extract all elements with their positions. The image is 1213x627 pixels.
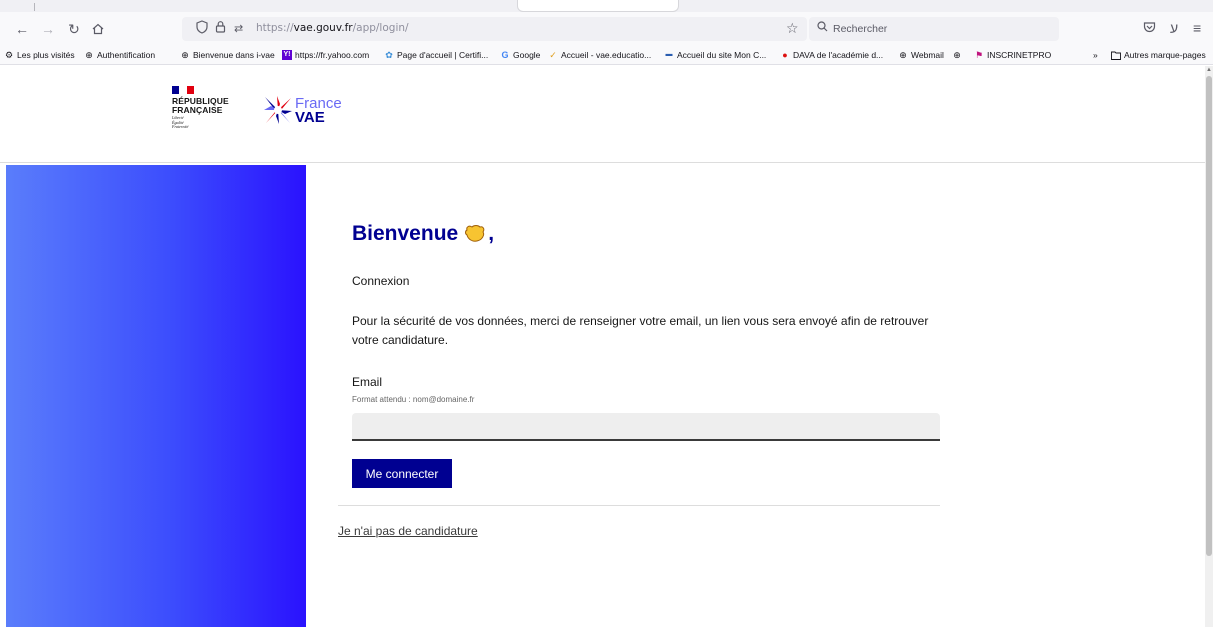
back-arrow-icon[interactable]: ← bbox=[12, 19, 32, 39]
bookmark-item[interactable]: ⊕ bbox=[952, 50, 965, 60]
bookmark-item[interactable]: ⊕ Bienvenue dans i-vae bbox=[180, 50, 275, 60]
flag-icon bbox=[172, 86, 194, 94]
waving-hand-icon bbox=[464, 225, 486, 243]
globe-icon: ⊕ bbox=[953, 50, 961, 60]
yahoo-icon: Y! bbox=[282, 50, 292, 60]
scrollbar-thumb[interactable] bbox=[1206, 76, 1212, 556]
search-bar[interactable]: Rechercher bbox=[809, 17, 1059, 41]
france-vae-star-icon bbox=[264, 96, 292, 124]
bookmark-item[interactable]: G Google bbox=[500, 50, 540, 60]
bookmark-item[interactable]: ✿ Page d'accueil | Certifi... bbox=[384, 50, 488, 60]
bookmark-item[interactable]: ⚑ INSCRINETPRO bbox=[974, 50, 1051, 60]
puzzle-icon: ✿ bbox=[385, 50, 393, 60]
permissions-icon[interactable]: ⇄ bbox=[234, 22, 243, 35]
other-bookmarks-folder[interactable]: Autres marque-pages bbox=[1111, 50, 1206, 60]
address-bar[interactable]: ⇄ https://vae.gouv.fr/app/login/ bbox=[182, 17, 807, 41]
pocket-icon[interactable] bbox=[1143, 20, 1156, 36]
bookmark-item[interactable]: ▬ Accueil du site Mon C... bbox=[664, 50, 767, 60]
forward-arrow-icon[interactable]: → bbox=[38, 19, 58, 39]
site-icon: ▬ bbox=[665, 51, 673, 58]
globe-icon: ⊕ bbox=[181, 50, 189, 60]
no-candidature-link[interactable]: Je n'ai pas de candidature bbox=[338, 524, 478, 538]
check-icon: ✓ bbox=[549, 50, 557, 60]
divider bbox=[338, 505, 940, 506]
republique-line-2: FRANÇAISE bbox=[172, 104, 223, 115]
dava-icon: ● bbox=[782, 50, 788, 60]
motto-fraternite: Fraternité bbox=[172, 124, 189, 129]
extensions-icon[interactable]: ע bbox=[1170, 20, 1178, 36]
intro-text: Pour la sécurité de vos données, merci d… bbox=[352, 314, 929, 347]
email-input[interactable] bbox=[352, 413, 940, 441]
globe-icon: ⊕ bbox=[85, 50, 93, 60]
bookmark-item[interactable]: ⊕ Webmail bbox=[898, 50, 944, 60]
login-button[interactable]: Me connecter bbox=[352, 459, 452, 488]
gear-icon: ⚙ bbox=[4, 50, 14, 60]
section-subtitle: Connexion bbox=[352, 274, 410, 288]
active-tab[interactable] bbox=[517, 0, 679, 12]
bookmark-item[interactable]: ● DAVA de l'académie d... bbox=[780, 50, 883, 60]
navigation-toolbar: ← → ↻ ⇄ https://vae.gouv.fr/app/login/ ☆… bbox=[0, 12, 1213, 46]
lock-icon[interactable] bbox=[215, 20, 226, 36]
bookmark-item[interactable]: ⊕ Authentification bbox=[84, 50, 155, 60]
email-label: Email bbox=[352, 375, 383, 389]
menu-icon[interactable]: ≡ bbox=[1193, 20, 1201, 36]
home-icon[interactable] bbox=[88, 19, 108, 39]
bookmark-star-icon[interactable]: ☆ bbox=[786, 20, 799, 37]
logo-word-vae: VAE bbox=[295, 109, 325, 126]
search-icon bbox=[817, 21, 828, 35]
vertical-scrollbar[interactable]: ▲ bbox=[1205, 66, 1213, 627]
url-text[interactable]: https://vae.gouv.fr/app/login/ bbox=[256, 22, 409, 34]
folder-icon bbox=[1111, 50, 1121, 60]
globe-icon: ⊕ bbox=[899, 50, 907, 60]
site-header: RÉPUBLIQUE FRANÇAISE Liberté Égalité Fra… bbox=[0, 66, 1205, 163]
page-content: RÉPUBLIQUE FRANÇAISE Liberté Égalité Fra… bbox=[0, 66, 1205, 627]
republique-francaise-logo[interactable]: RÉPUBLIQUE FRANÇAISE Liberté Égalité Fra… bbox=[172, 86, 229, 130]
bookmarks-overflow-button[interactable]: » bbox=[1093, 50, 1098, 60]
page-title: Bienvenue , bbox=[352, 222, 495, 245]
scroll-up-icon[interactable]: ▲ bbox=[1205, 66, 1213, 74]
email-hint: Format attendu : nom@domaine.fr bbox=[352, 395, 475, 404]
reload-icon[interactable]: ↻ bbox=[64, 19, 84, 39]
tab-separator bbox=[34, 3, 35, 11]
shield-icon[interactable] bbox=[196, 20, 208, 37]
bookmark-item[interactable]: ✓ Accueil - vae.educatio... bbox=[548, 50, 651, 60]
tab-strip bbox=[0, 0, 1213, 12]
pin-icon: ⚑ bbox=[974, 50, 984, 60]
decorative-gradient-panel bbox=[6, 165, 306, 627]
bookmarks-toolbar: ⚙ Les plus visités ⊕ Authentification ⊕ … bbox=[0, 46, 1213, 65]
search-placeholder: Rechercher bbox=[833, 23, 888, 35]
bookmark-item[interactable]: ⚙ Les plus visités bbox=[4, 50, 75, 60]
bookmark-item[interactable]: Y! https://fr.yahoo.com bbox=[282, 50, 369, 60]
google-icon: G bbox=[501, 50, 509, 60]
